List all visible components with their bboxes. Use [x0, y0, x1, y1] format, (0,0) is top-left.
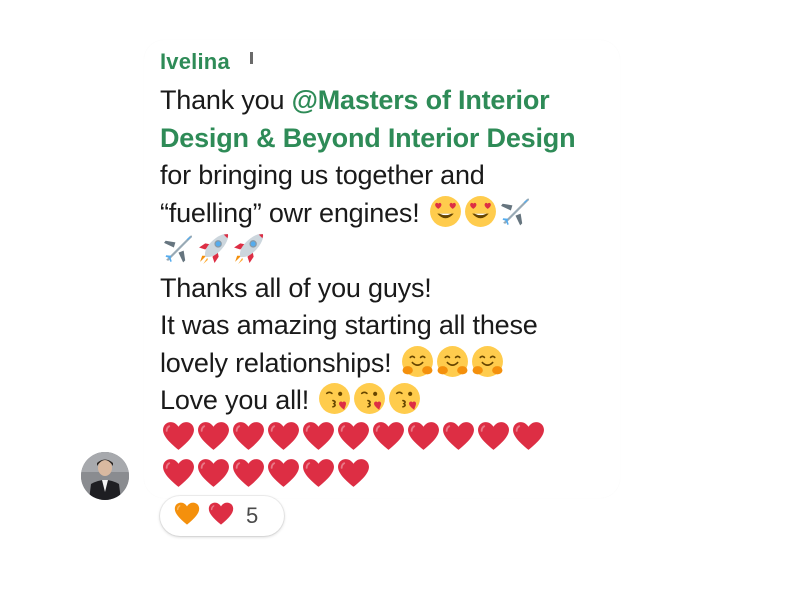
- kissing-heart-icon: [318, 382, 351, 415]
- message-line-2: Design & Beyond Interior Design: [160, 120, 620, 158]
- message-line-9: Love you all!: [160, 382, 620, 420]
- avatar-photo: [81, 452, 129, 500]
- message-line-5: [160, 232, 620, 270]
- message-text-relationships: lovely relationships!: [160, 347, 392, 378]
- red-heart-icon: [512, 420, 545, 453]
- message-text-thank-you: Thank you: [160, 85, 292, 115]
- rocket-icon: [197, 232, 230, 265]
- kissing-heart-icon: [388, 382, 421, 415]
- emoji-row-hearts-2: [160, 457, 370, 490]
- message-line-7: It was amazing starting all these: [160, 310, 538, 340]
- red-heart-icon: [162, 457, 195, 490]
- emoji-row-hearts-1: [160, 420, 545, 453]
- kissing-heart-icon: [353, 382, 386, 415]
- red-heart-icon: [232, 457, 265, 490]
- heart-eyes-icon: [464, 195, 497, 228]
- message-text-fuelling: “fuelling” owr engines!: [160, 197, 420, 228]
- reaction-icons: [174, 501, 242, 532]
- airplane-icon: [499, 195, 532, 228]
- message-line-8: lovely relationships!: [160, 345, 620, 383]
- message-line-10: [160, 420, 620, 458]
- red-heart-icon: [232, 420, 265, 453]
- red-heart-icon: [337, 420, 370, 453]
- red-heart-icon: [197, 420, 230, 453]
- red-heart-icon: [302, 457, 335, 490]
- mention-link[interactable]: @Masters of Interior: [292, 85, 550, 115]
- red-heart-icon: [267, 457, 300, 490]
- rocket-icon: [232, 232, 265, 265]
- message-text-love: Love you all!: [160, 385, 309, 415]
- reactions-pill[interactable]: 5: [160, 496, 284, 536]
- message-line-11: [160, 457, 620, 495]
- airplane-icon: [162, 232, 195, 265]
- hugging-icon: [401, 345, 434, 378]
- emoji-row-5: [160, 232, 265, 265]
- orange-heart-icon: [174, 501, 200, 527]
- red-heart-icon: [442, 420, 475, 453]
- red-heart-icon: [208, 501, 234, 527]
- sender-name[interactable]: Ivelina: [160, 49, 230, 75]
- message-line-3: for bringing us together and: [160, 160, 485, 190]
- sender-name-overflow: [250, 52, 253, 64]
- heart-eyes-icon: [429, 195, 462, 228]
- emoji-row-4: [427, 195, 532, 228]
- emoji-row-9: [316, 382, 421, 415]
- red-heart-icon: [197, 457, 230, 490]
- message-line-6: Thanks all of you guys!: [160, 272, 432, 303]
- red-heart-icon: [372, 420, 405, 453]
- emoji-row-8: [399, 345, 504, 378]
- red-heart-icon: [477, 420, 510, 453]
- red-heart-icon: [267, 420, 300, 453]
- chat-canvas: Ivelina Thank you @Masters of Interior D…: [0, 0, 800, 600]
- reaction-count: 5: [246, 503, 259, 528]
- red-heart-icon: [162, 420, 195, 453]
- mention-link-continued[interactable]: Design & Beyond Interior Design: [160, 123, 576, 153]
- avatar[interactable]: [81, 452, 129, 500]
- red-heart-icon: [407, 420, 440, 453]
- hugging-icon: [471, 345, 504, 378]
- message-line-4: “fuelling” owr engines!: [160, 195, 620, 233]
- red-heart-icon: [337, 457, 370, 490]
- message-line-1: Thank you @Masters of Interior: [160, 82, 620, 120]
- red-heart-icon: [302, 420, 335, 453]
- hugging-icon: [436, 345, 469, 378]
- message-text: Thank you @Masters of Interior Design & …: [160, 82, 620, 495]
